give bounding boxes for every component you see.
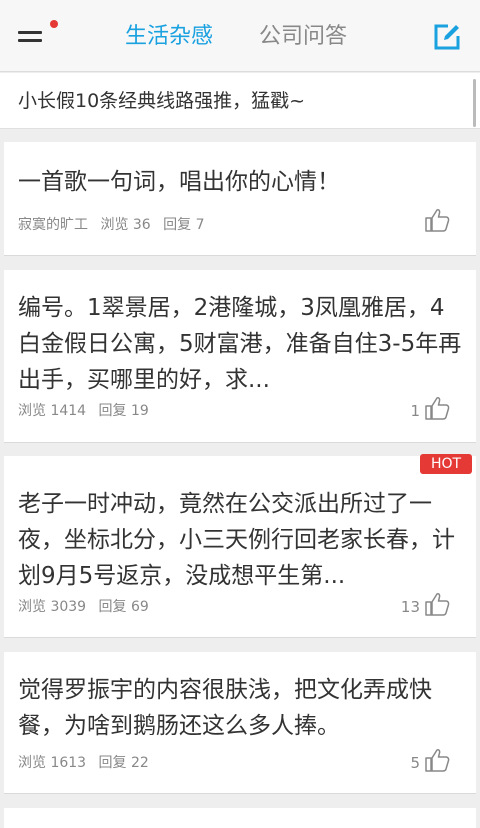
compose-button[interactable]	[432, 22, 462, 52]
post-replies: 回复 69	[98, 599, 149, 615]
post-card[interactable]: 一首歌一句词，唱出你的心情！ 寂寞的旷工 浏览 36 回复 7	[4, 142, 476, 256]
post-title: 觉得罗振宇的内容很肤浅，把文化弄成快餐，为啥到鹅肠还这么多人捧。	[18, 677, 432, 739]
post-card[interactable]: 觉得罗振宇的内容很肤浅，把文化弄成快餐，为啥到鹅肠还这么多人捧。 浏览 1613…	[4, 652, 476, 794]
thumbs-up-icon[interactable]	[424, 396, 450, 420]
post-views: 浏览 1414	[18, 403, 87, 419]
tab-life[interactable]: 生活杂感	[125, 22, 213, 52]
notification-dot	[50, 20, 58, 28]
thumbs-up-icon[interactable]	[424, 208, 450, 232]
thumbs-up-icon[interactable]	[424, 592, 450, 616]
edit-icon	[434, 24, 460, 50]
post-card[interactable]	[4, 808, 476, 828]
post-title: 一首歌一句词，唱出你的心情！	[18, 169, 340, 195]
post-views: 浏览 36	[100, 217, 151, 233]
hot-badge: HOT	[420, 454, 472, 474]
post-views: 浏览 3039	[18, 599, 87, 615]
post-replies: 回复 22	[98, 755, 149, 771]
post-views: 浏览 1613	[18, 755, 87, 771]
post-title: 老子一时冲动，竟然在公交派出所过了一夜，坐标北分，小三天例行回老家长春，计划9月…	[18, 491, 455, 589]
promo-banner[interactable]: 小长假10条经典线路强推，猛戳~	[0, 73, 480, 129]
post-meta: 浏览 1414 回复 19	[18, 401, 157, 421]
like-count: 1	[410, 402, 420, 420]
menu-button[interactable]	[16, 20, 58, 52]
post-card[interactable]: 编号。1翠景居，2港隆城，3凤凰雅居，4白金假日公寓，5财富港，准备自住3-5年…	[4, 270, 476, 443]
post-meta: 浏览 1613 回复 22	[18, 753, 157, 773]
post-replies: 回复 7	[163, 217, 205, 233]
post-meta: 浏览 3039 回复 69	[18, 597, 157, 617]
post-author: 寂寞的旷工	[18, 217, 88, 233]
scrollbar[interactable]	[473, 79, 476, 127]
post-replies: 回复 19	[98, 403, 149, 419]
menu-icon	[18, 31, 42, 34]
top-bar: 生活杂感 公司问答	[0, 0, 480, 72]
thumbs-up-icon[interactable]	[424, 748, 450, 772]
like-count: 5	[410, 754, 420, 772]
banner-text: 小长假10条经典线路强推，猛戳~	[18, 90, 306, 112]
post-meta: 寂寞的旷工 浏览 36 回复 7	[18, 215, 213, 235]
post-card[interactable]: HOT 老子一时冲动，竟然在公交派出所过了一夜，坐标北分，小三天例行回老家长春，…	[4, 454, 476, 638]
tab-company-qa[interactable]: 公司问答	[259, 22, 347, 52]
like-count: 13	[400, 598, 420, 616]
menu-icon-bar	[18, 39, 42, 42]
post-title: 编号。1翠景居，2港隆城，3凤凰雅居，4白金假日公寓，5财富港，准备自住3-5年…	[18, 295, 462, 393]
